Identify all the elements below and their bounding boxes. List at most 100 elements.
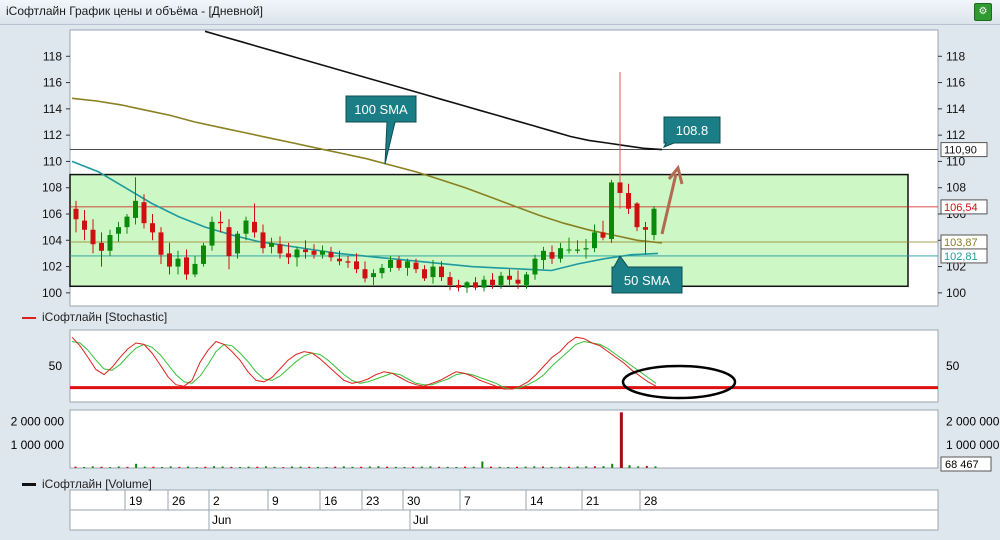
volume-bar xyxy=(386,466,389,468)
candle-body xyxy=(269,242,274,247)
candle-body xyxy=(396,260,402,268)
y-tick-label-left: 106 xyxy=(42,207,62,221)
volume-legend-label: iСофтлайн [Volume] xyxy=(42,477,152,491)
volume-tick-right: 1 000 000 xyxy=(946,438,1000,452)
volume-bar xyxy=(576,466,579,468)
volume-bar xyxy=(195,467,198,468)
candle-body xyxy=(507,275,512,280)
candle-body xyxy=(82,220,87,230)
volume-bar xyxy=(308,466,311,468)
y-tick-label-right: 116 xyxy=(946,76,965,90)
callout-50-sma-label: 50 SMA xyxy=(624,273,671,288)
chart-settings-icon[interactable]: ⚙ xyxy=(974,3,992,21)
volume-bar xyxy=(507,466,510,468)
price-level-label: 103,87 xyxy=(944,237,978,249)
y-tick-label-right: 114 xyxy=(946,102,965,116)
y-tick-label-left: 112 xyxy=(43,128,62,142)
candle-body xyxy=(99,242,104,251)
candle-body xyxy=(634,203,640,228)
volume-bar xyxy=(619,412,623,468)
candle-body xyxy=(490,279,495,285)
volume-bar xyxy=(282,467,285,468)
volume-bar xyxy=(247,466,250,468)
candle-body xyxy=(175,258,181,267)
volume-bar xyxy=(481,461,484,468)
volume-bar xyxy=(100,466,103,468)
volume-bar xyxy=(213,466,216,468)
volume-bar xyxy=(143,466,146,468)
volume-bar xyxy=(524,466,527,468)
candle-body xyxy=(430,266,436,278)
y-tick-label-right: 118 xyxy=(946,49,965,63)
week-label: 9 xyxy=(272,494,279,508)
candle-body xyxy=(447,277,453,285)
candle-body xyxy=(141,202,147,224)
candle-body xyxy=(473,282,478,288)
candle-body xyxy=(464,282,470,288)
volume-bar xyxy=(316,466,319,468)
week-label: 19 xyxy=(129,494,143,508)
volume-tick-left: 2 000 000 xyxy=(11,415,65,429)
candle-body xyxy=(566,249,572,251)
y-tick-label-right: 100 xyxy=(946,286,966,300)
title-bar: iСофтлайн График цены и объёма - [Дневно… xyxy=(0,0,1000,25)
volume-bar xyxy=(204,466,207,468)
volume-bar xyxy=(299,466,302,468)
candle-body xyxy=(167,253,172,267)
candle-body xyxy=(362,269,368,279)
candle-body xyxy=(184,257,189,275)
volume-bar xyxy=(550,466,553,468)
volume-bar xyxy=(628,465,631,468)
volume-bar xyxy=(455,466,458,468)
volume-bar xyxy=(135,463,138,468)
candle-body xyxy=(379,267,385,274)
window-title: iСофтлайн График цены и объёма - [Дневно… xyxy=(6,4,263,18)
stochastic-panel xyxy=(69,329,939,403)
volume-legend: iСофтлайн [Volume] xyxy=(22,477,152,491)
volume-bar xyxy=(464,466,467,468)
candle-body xyxy=(209,221,215,246)
volume-bar xyxy=(109,467,112,468)
candle-body xyxy=(328,252,334,258)
volume-bar xyxy=(377,466,380,468)
candle-body xyxy=(405,261,410,268)
volume-bar xyxy=(351,466,354,468)
volume-bar xyxy=(394,466,397,468)
y-tick-label-left: 102 xyxy=(42,260,62,274)
candle-body xyxy=(252,221,257,233)
candle-body xyxy=(150,223,155,233)
candle-body xyxy=(643,227,648,230)
week-label: 21 xyxy=(586,494,600,508)
week-label: 16 xyxy=(324,494,338,508)
candle-body xyxy=(592,232,597,249)
volume-tick-left: 1 000 000 xyxy=(11,438,65,452)
candle-body xyxy=(481,279,487,288)
candle-body xyxy=(243,220,249,234)
y-tick-label-left: 108 xyxy=(42,181,62,195)
volume-bar xyxy=(256,466,259,468)
candle-body xyxy=(226,227,232,257)
price-level-label: 106,54 xyxy=(944,202,978,214)
week-label: 23 xyxy=(366,494,380,508)
callout-100-sma-label: 100 SMA xyxy=(354,102,408,117)
candle-body xyxy=(498,275,504,285)
volume-bar xyxy=(567,466,570,468)
candle-body xyxy=(260,232,266,249)
stoch-tick-left: 50 xyxy=(49,359,63,373)
volume-bar xyxy=(420,466,423,468)
y-tick-label-left: 104 xyxy=(42,233,62,247)
week-label: 28 xyxy=(644,494,658,508)
candle-body xyxy=(133,200,138,218)
candle-body xyxy=(201,245,206,264)
y-tick-label-right: 112 xyxy=(946,128,965,142)
volume-bar xyxy=(490,466,493,468)
volume-bar xyxy=(161,466,164,468)
candle-body xyxy=(116,227,121,234)
candle-body xyxy=(583,248,589,250)
volume-bar xyxy=(178,466,181,468)
month-label: Jun xyxy=(212,513,231,527)
candle-body xyxy=(549,252,555,259)
candle-body xyxy=(388,260,393,268)
y-tick-label-left: 116 xyxy=(43,76,62,90)
candle-body xyxy=(192,263,198,275)
